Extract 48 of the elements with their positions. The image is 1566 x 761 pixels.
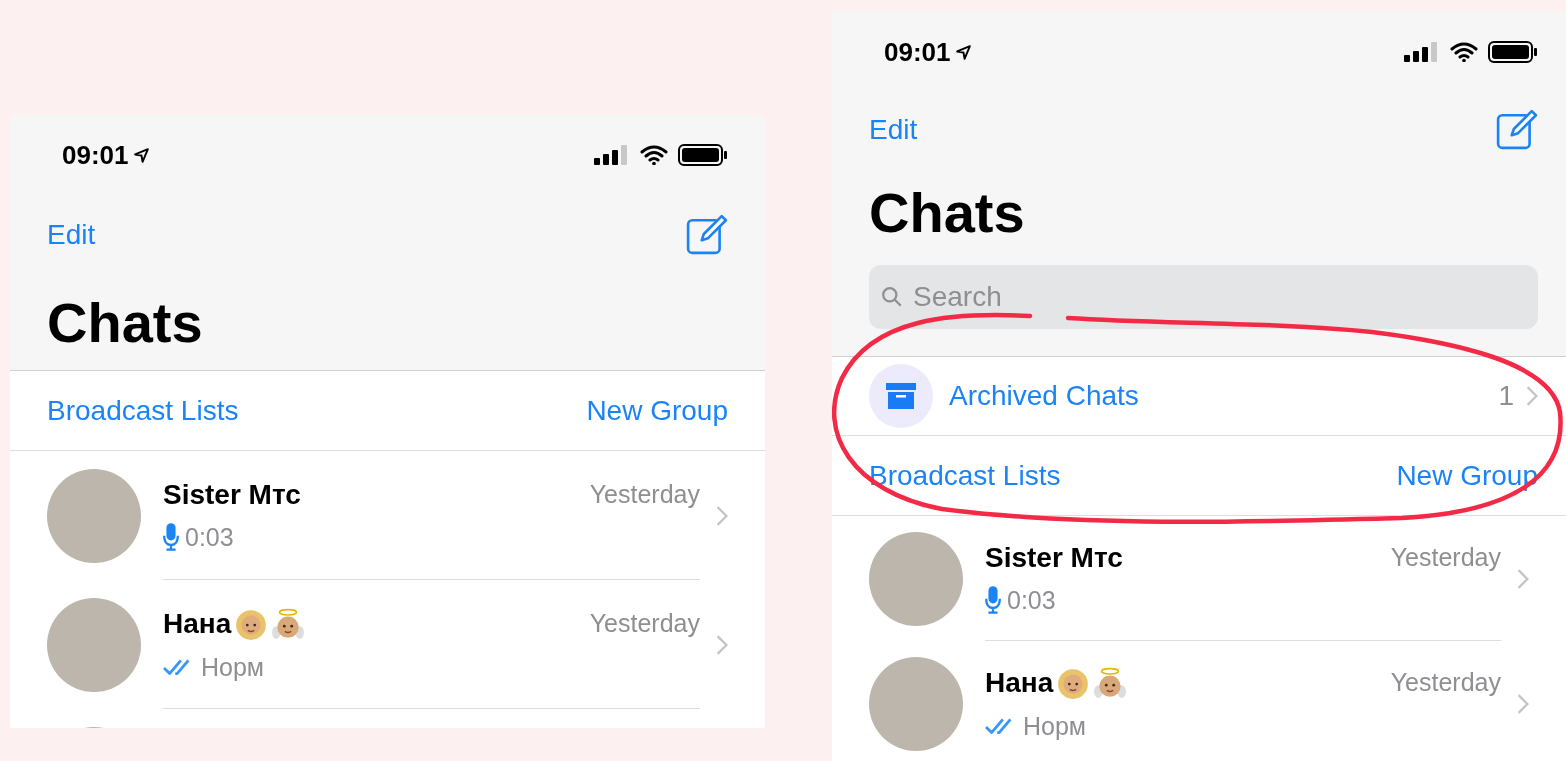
chevron-icon xyxy=(1526,386,1538,406)
chat-row[interactable]: Sister Мтс Yesterday 0:03 xyxy=(10,451,765,580)
search-field[interactable]: Search xyxy=(869,265,1538,329)
message-preview: 0:03 xyxy=(185,522,234,552)
chat-name: Sister Мтс xyxy=(163,478,301,511)
chat-row[interactable]: Sister Мтс Yesterday 0:03 xyxy=(832,516,1566,641)
chevron-icon xyxy=(1517,568,1529,589)
battery-icon xyxy=(678,144,728,166)
message-preview: 0:03 xyxy=(1007,585,1056,615)
wifi-icon xyxy=(1450,42,1478,62)
location-arrow-icon xyxy=(954,43,972,61)
archived-chats-row[interactable]: Archived Chats 1 xyxy=(832,357,1566,436)
chat-row[interactable]: Нана Yesterday Норм xyxy=(10,580,765,709)
list-action-link[interactable]: New Group xyxy=(586,394,728,427)
microphone-icon xyxy=(163,523,179,551)
message-preview: Норм xyxy=(1023,711,1087,741)
edit-button[interactable]: Edit xyxy=(47,219,96,251)
chat-time: Yesterday xyxy=(1390,668,1501,697)
chat-name: Sister Мтс xyxy=(985,541,1123,574)
archived-count: 1 xyxy=(1498,380,1514,412)
signal-icon xyxy=(1404,42,1438,62)
chat-row[interactable]: Нана Yesterday Норм xyxy=(832,641,1566,761)
baby-angel-emoji-icon xyxy=(1093,665,1128,700)
chevron-icon xyxy=(1517,693,1529,714)
status-time: 09:01 xyxy=(884,36,951,68)
search-icon xyxy=(881,286,903,308)
compose-icon[interactable] xyxy=(1496,109,1538,151)
list-action-link[interactable]: Broadcast Lists xyxy=(47,394,239,427)
baby-angel-emoji-icon xyxy=(271,606,306,641)
battery-icon xyxy=(1488,41,1538,63)
page-title: Chats xyxy=(869,180,1026,246)
chat-name: Нана xyxy=(163,607,232,640)
edit-button[interactable]: Edit xyxy=(869,114,918,146)
location-arrow-icon xyxy=(132,146,150,164)
status-time: 09:01 xyxy=(62,139,129,171)
list-action-link[interactable]: Broadcast Lists xyxy=(869,459,1061,492)
compose-icon[interactable] xyxy=(686,214,728,256)
message-preview: Норм xyxy=(201,652,265,682)
chat-time: Yesterday xyxy=(1390,543,1501,572)
chat-time: Yesterday xyxy=(589,480,700,509)
page-title: Chats xyxy=(47,290,204,356)
microphone-icon xyxy=(985,586,1001,614)
chevron-icon xyxy=(716,505,728,526)
chat-name: Нана xyxy=(985,666,1054,699)
signal-icon xyxy=(594,145,628,165)
wifi-icon xyxy=(640,145,668,165)
chat-time: Yesterday xyxy=(589,609,700,638)
chevron-icon xyxy=(716,634,728,655)
